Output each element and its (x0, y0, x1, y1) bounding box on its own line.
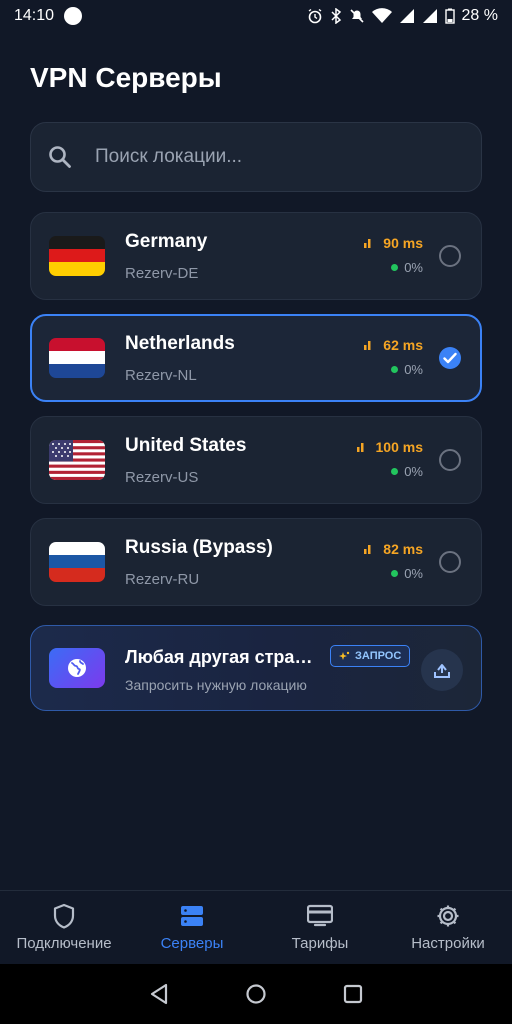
recents-icon[interactable] (343, 984, 363, 1004)
request-location-card[interactable]: Любая другая страна Запросить нужную лок… (30, 625, 482, 711)
wifi-icon (371, 8, 392, 23)
load-value: 0% (404, 260, 423, 275)
page-title: VPN Серверы (30, 62, 222, 93)
request-title: Любая другая страна (125, 647, 315, 667)
signal-bars-icon (364, 239, 371, 248)
server-subtitle: Rezerv-NL (125, 367, 197, 384)
request-badge: ЗАПРОС (330, 645, 411, 667)
bluetooth-icon (331, 8, 341, 24)
server-card-germany[interactable]: Germany Rezerv-DE 90 ms 0% (30, 212, 482, 300)
nav-label: Настройки (411, 935, 485, 952)
nav-label: Тарифы (291, 935, 349, 952)
ping-indicator: 82 ms (364, 541, 423, 557)
nav-item-connection[interactable]: Подключение (0, 891, 128, 964)
server-name: Germany (125, 231, 208, 252)
germany-flag-icon (49, 236, 105, 276)
server-subtitle: Rezerv-DE (125, 265, 199, 282)
pricing-icon (307, 904, 333, 927)
server-name: United States (125, 435, 247, 456)
server-subtitle: Rezerv-RU (125, 571, 200, 588)
ping-value: 100 ms (375, 439, 423, 455)
ping-indicator: 90 ms (364, 235, 423, 251)
status-time: 14:10 (14, 7, 55, 24)
bottom-nav: Подключение Серверы Тарифы Настройки (0, 890, 512, 964)
ping-value: 62 ms (383, 337, 423, 353)
check-icon (443, 352, 457, 364)
request-subtitle: Запросить нужную локацию (125, 677, 307, 693)
nav-label: Серверы (160, 935, 224, 952)
home-icon[interactable] (245, 983, 267, 1005)
search-icon (49, 146, 71, 168)
server-name: Russia (Bypass) (125, 537, 273, 558)
server-radio[interactable] (439, 551, 461, 573)
nav-item-servers[interactable]: Серверы (128, 891, 256, 964)
search-box[interactable] (30, 122, 482, 192)
ping-value: 82 ms (383, 541, 423, 557)
load-value: 0% (404, 362, 423, 377)
alarm-icon (308, 8, 321, 24)
shield-icon (53, 903, 75, 929)
usa-flag-icon (49, 440, 105, 480)
nav-label: Подключение (16, 935, 112, 952)
mute-icon (349, 9, 364, 23)
ping-indicator: 62 ms (364, 337, 423, 353)
gear-icon (437, 905, 459, 927)
status-dot-icon (391, 468, 399, 475)
load-indicator: 0% (391, 566, 423, 581)
server-icon (181, 906, 203, 926)
battery-icon (444, 8, 455, 24)
status-dot-icon (391, 366, 399, 373)
status-bar: 14:10 28 % (0, 0, 512, 32)
russia-flag-icon (49, 542, 105, 582)
signal-bars-icon (364, 341, 371, 350)
signal-bars-icon (356, 443, 364, 452)
nav-item-settings[interactable]: Настройки (384, 891, 512, 964)
signal-r-icon (422, 9, 437, 23)
upload-button[interactable] (421, 649, 463, 691)
server-name: Netherlands (125, 333, 235, 354)
netherlands-flag-icon (49, 338, 105, 378)
signal-icon (399, 9, 414, 23)
load-indicator: 0% (391, 362, 423, 377)
signal-bars-icon (364, 545, 371, 554)
server-card-united-states[interactable]: United States Rezerv-US 100 ms 0% (30, 416, 482, 504)
ping-indicator: 100 ms (356, 439, 423, 455)
ping-value: 90 ms (383, 235, 423, 251)
load-indicator: 0% (391, 260, 423, 275)
load-indicator: 0% (391, 464, 423, 479)
upload-icon (434, 664, 450, 678)
load-value: 0% (404, 566, 423, 581)
globe-icon (49, 648, 105, 688)
server-card-russia[interactable]: Russia (Bypass) Rezerv-RU 82 ms 0% (30, 518, 482, 606)
load-value: 0% (404, 464, 423, 479)
battery-level: 28 % (461, 7, 498, 24)
nav-item-pricing[interactable]: Тарифы (256, 891, 384, 964)
server-radio[interactable] (439, 449, 461, 471)
request-badge-label: ЗАПРОС (355, 650, 402, 662)
status-dot-icon (391, 264, 399, 271)
server-radio-checked[interactable] (439, 347, 461, 369)
notification-dot-icon (64, 7, 83, 25)
server-radio[interactable] (439, 245, 461, 267)
back-icon[interactable] (149, 983, 169, 1005)
server-card-netherlands[interactable]: Netherlands Rezerv-NL 62 ms 0% (30, 314, 482, 402)
server-subtitle: Rezerv-US (125, 469, 199, 486)
search-input[interactable] (95, 146, 435, 168)
system-nav-bar (0, 964, 512, 1024)
status-dot-icon (391, 570, 399, 577)
sparkle-icon (339, 651, 350, 660)
